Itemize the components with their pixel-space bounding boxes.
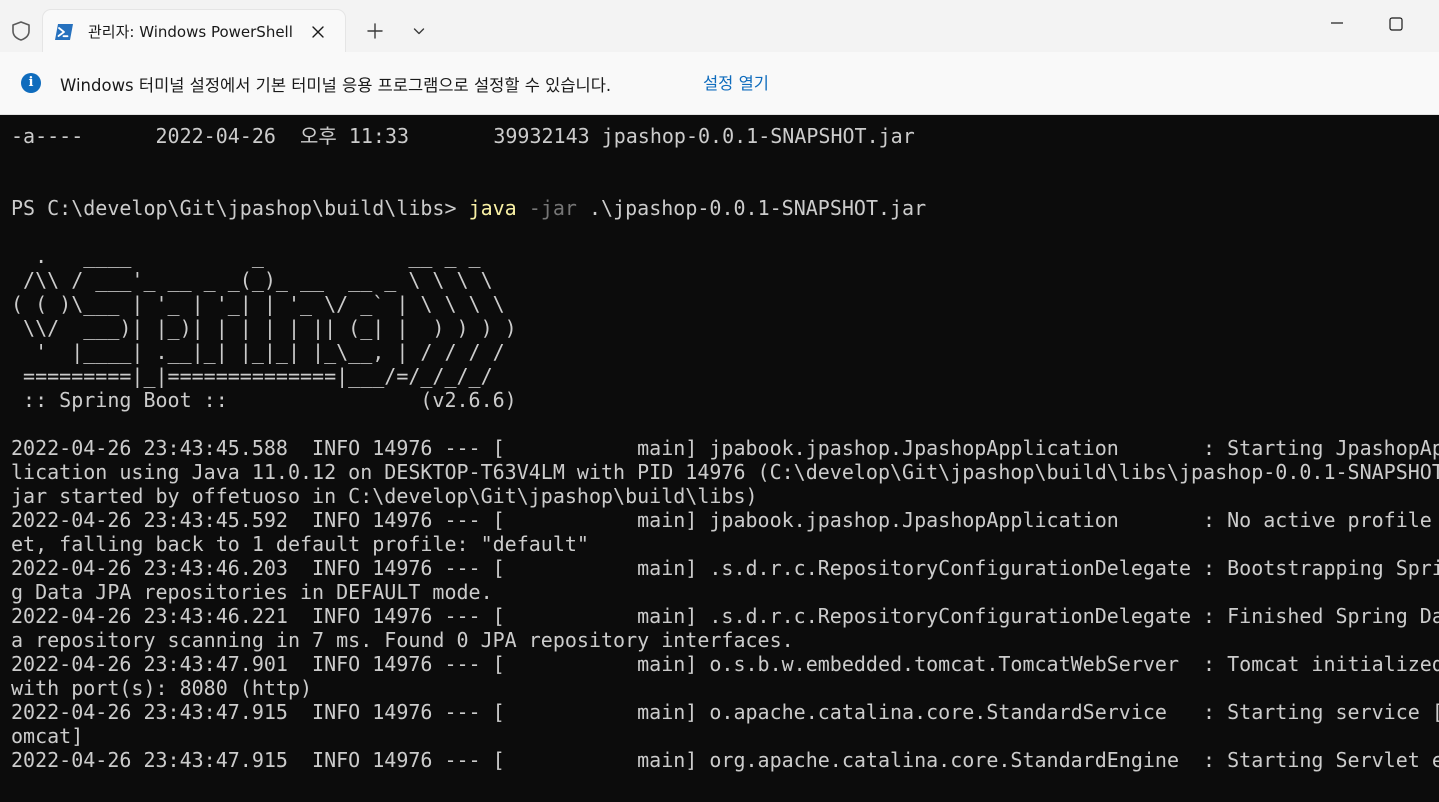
info-message: Windows 터미널 설정에서 기본 터미널 응용 프로그램으로 설정할 수 … (60, 76, 612, 95)
command-argument: .\jpashop-0.0.1-SNAPSHOT.jar (576, 196, 927, 220)
info-bar: i Windows 터미널 설정에서 기본 터미널 응용 프로그램으로 설정할 … (0, 52, 1439, 115)
powershell-icon (54, 23, 74, 41)
maximize-icon[interactable] (1385, 13, 1407, 35)
spring-boot-version: :: Spring Boot :: (v2.6.6) (11, 388, 517, 412)
spring-banner-line: /\\ / ___'_ __ _ _(_)_ __ __ _ \ \ \ \ (11, 268, 493, 292)
info-icon: i (21, 73, 41, 93)
log-line: 2022-04-26 23:43:46.221 INFO 14976 --- [… (11, 604, 1439, 628)
log-line: jar started by offetuoso in C:\develop\G… (11, 484, 758, 508)
spring-banner-line: =========|_|==============|___/=/_/_/_/ (11, 364, 493, 388)
open-settings-link[interactable]: 설정 열기 (703, 70, 769, 94)
spring-banner-line: \\/ ___)| |_)| | | | | || (_| | ) ) ) ) (11, 316, 517, 340)
tab-title: 관리자: Windows PowerShell (88, 23, 293, 41)
log-line: 2022-04-26 23:43:45.592 INFO 14976 --- [… (11, 508, 1439, 532)
log-line: omcat] (11, 724, 84, 748)
command-flag: -jar (516, 196, 577, 220)
command-line: PS C:\develop\Git\jpashop\build\libs> ja… (11, 196, 926, 220)
prompt: PS C:\develop\Git\jpashop\build\libs> (11, 196, 469, 220)
title-bar: 관리자: Windows PowerShell (0, 0, 1439, 52)
command-name: java (468, 196, 517, 220)
spring-banner-line: ( ( )\___ | '_ | '_| | '_ \/ _` | \ \ \ … (11, 292, 505, 316)
minimize-icon[interactable] (1326, 12, 1348, 34)
log-line: 2022-04-26 23:43:47.915 INFO 14976 --- [… (11, 748, 1439, 772)
tab-powershell[interactable]: 관리자: Windows PowerShell (43, 10, 345, 52)
close-icon[interactable] (308, 22, 328, 42)
log-line: 2022-04-26 23:43:47.901 INFO 14976 --- [… (11, 652, 1439, 676)
plus-icon[interactable] (363, 19, 387, 43)
shield-icon (10, 20, 32, 42)
log-line: a repository scanning in 7 ms. Found 0 J… (11, 628, 794, 652)
log-line: et, falling back to 1 default profile: "… (11, 532, 589, 556)
log-line: 2022-04-26 23:43:45.588 INFO 14976 --- [… (11, 436, 1439, 460)
log-line: lication using Java 11.0.12 on DESKTOP-T… (11, 460, 1439, 484)
spring-banner-line: ' |____| .__|_| |_|_| |_\__, | / / / / (11, 340, 505, 364)
log-line: with port(s): 8080 (http) (11, 676, 313, 700)
terminal-output[interactable]: -a---- 2022-04-26 오후 11:33 39932143 jpas… (0, 115, 1439, 802)
log-line: g Data JPA repositories in DEFAULT mode. (11, 580, 493, 604)
log-line: 2022-04-26 23:43:46.203 INFO 14976 --- [… (11, 556, 1439, 580)
dir-listing-row: -a---- 2022-04-26 오후 11:33 39932143 jpas… (11, 124, 915, 148)
spring-banner-line: . ____ _ __ _ _ (11, 244, 481, 268)
log-line: 2022-04-26 23:43:47.915 INFO 14976 --- [… (11, 700, 1439, 724)
chevron-down-icon[interactable] (408, 20, 430, 42)
